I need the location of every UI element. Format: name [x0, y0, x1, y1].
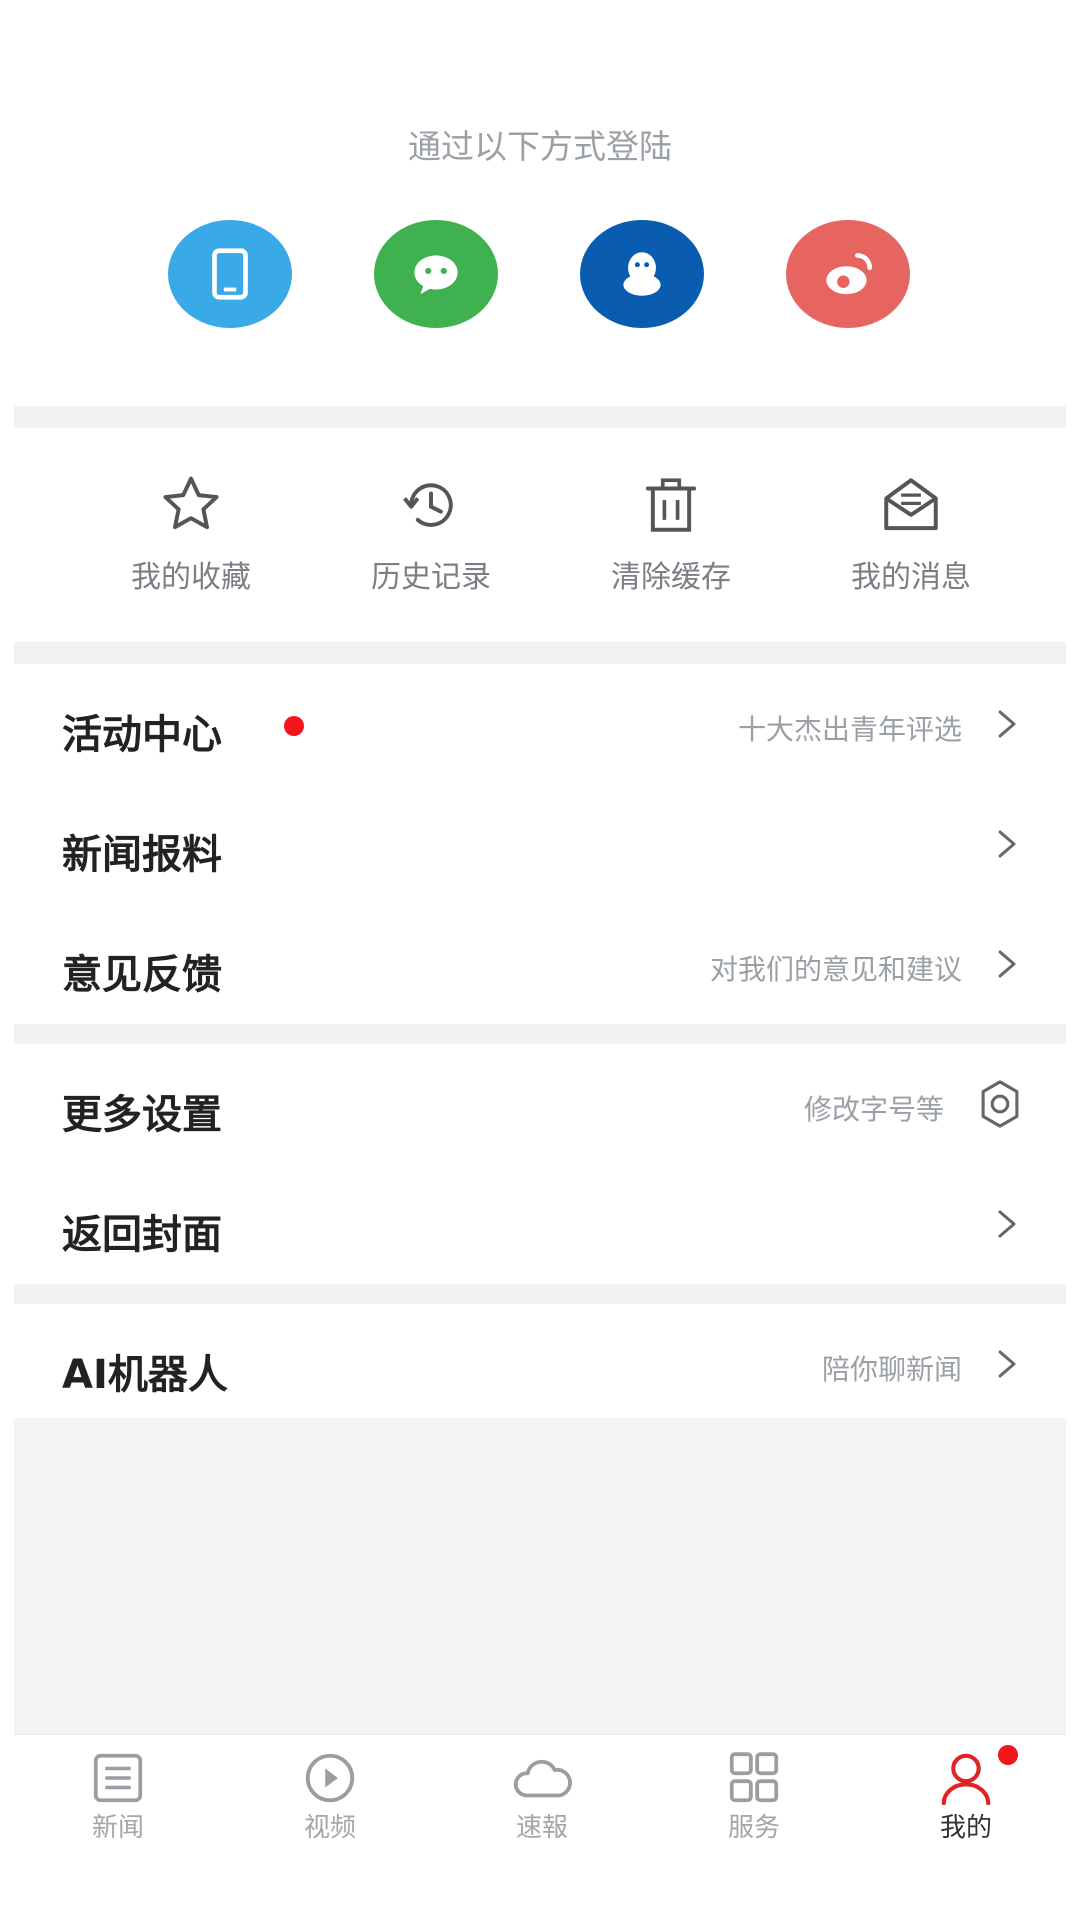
notification-dot	[284, 716, 304, 736]
menu-group-3: AI机器人 陪你聊新闻	[14, 1304, 1066, 1418]
menu-group-1: 活动中心 十大杰出青年评选 新闻报料 意见反馈 对我们的意见和建议	[14, 664, 1066, 1024]
tab-news[interactable]: 新闻	[58, 1751, 178, 1844]
menu-group-2: 更多设置 修改字号等 返回封面	[14, 1044, 1066, 1284]
menu-item-subtitle: 陪你聊新闻	[821, 1353, 962, 1386]
wechat-icon	[414, 255, 458, 295]
menu-item-label: 意见反馈	[62, 952, 222, 998]
empty-area	[14, 1418, 1066, 1734]
chevron-right-icon	[998, 1210, 1016, 1238]
chevron-right-icon	[998, 830, 1016, 858]
menu-item-subtitle: 对我们的意见和建议	[709, 953, 962, 986]
login-title: 通过以下方式登陆	[408, 127, 672, 166]
tab-label: 速報	[515, 1813, 568, 1843]
menu-item-label: 更多设置	[62, 1092, 222, 1138]
menu-item-activity-center[interactable]: 活动中心 十大杰出青年评选	[14, 664, 1066, 784]
star-icon	[163, 476, 219, 530]
menu-item-subtitle: 修改字号等	[803, 1093, 944, 1126]
tab-me[interactable]: 我的	[906, 1745, 1026, 1844]
bottom-tab-bar: 新闻 视频 速報 服务 我的	[14, 1734, 1066, 1851]
menu-item-more-settings[interactable]: 更多设置 修改字号等	[14, 1044, 1066, 1164]
section-divider	[14, 642, 1066, 664]
menu-item-ai-robot[interactable]: AI机器人 陪你聊新闻	[14, 1304, 1066, 1424]
qq-icon	[623, 252, 661, 296]
favorites-label: 我的收藏	[131, 560, 251, 595]
tab-label: 视频	[303, 1813, 356, 1843]
message-icon	[884, 478, 938, 531]
profile-page: 通过以下方式登陆 我的收藏 历史记录 清除缓存 我的消息 活动中心 十大杰出青年…	[0, 0, 1080, 1920]
notification-dot	[998, 1745, 1018, 1765]
phone-icon	[212, 248, 248, 300]
history-icon	[403, 483, 453, 527]
favorites-button[interactable]: 我的收藏	[106, 472, 276, 596]
clear-cache-button[interactable]: 清除缓存	[586, 472, 756, 596]
menu-item-label: 活动中心	[62, 712, 222, 758]
menu-item-label: 新闻报料	[62, 832, 222, 878]
tab-label: 新闻	[91, 1813, 144, 1843]
trash-icon	[645, 478, 697, 532]
weibo-login-button[interactable]	[786, 220, 910, 328]
gear-icon	[981, 1080, 1019, 1128]
cloud-icon	[513, 1759, 572, 1798]
news-icon	[93, 1753, 143, 1803]
tab-label: 服务	[727, 1813, 780, 1843]
login-section: 通过以下方式登陆	[14, 44, 1066, 406]
chevron-right-icon	[998, 710, 1016, 738]
menu-item-feedback[interactable]: 意见反馈 对我们的意见和建议	[14, 904, 1066, 1024]
video-icon	[305, 1753, 355, 1803]
tab-services[interactable]: 服务	[694, 1751, 814, 1844]
menu-item-subtitle: 十大杰出青年评选	[737, 713, 962, 746]
qq-login-button[interactable]	[580, 220, 704, 328]
login-methods	[14, 220, 1066, 330]
weibo-icon	[826, 253, 873, 295]
wechat-login-button[interactable]	[374, 220, 498, 328]
tab-cloud[interactable]: 速報	[482, 1751, 602, 1844]
messages-label: 我的消息	[851, 560, 971, 595]
section-divider	[14, 1024, 1066, 1044]
tab-label: 我的	[939, 1813, 992, 1843]
chevron-right-icon	[998, 1350, 1016, 1378]
menu-item-label: 返回封面	[62, 1212, 222, 1258]
quick-actions: 我的收藏 历史记录 清除缓存 我的消息	[14, 428, 1066, 642]
grid-icon	[729, 1752, 779, 1803]
section-divider	[14, 406, 1066, 428]
phone-login-button[interactable]	[168, 220, 292, 328]
clear-cache-label: 清除缓存	[611, 560, 731, 595]
history-button[interactable]: 历史记录	[346, 472, 516, 596]
chevron-right-icon	[998, 950, 1016, 978]
user-icon	[941, 1753, 991, 1805]
menu-item-news-tips[interactable]: 新闻报料	[14, 784, 1066, 904]
messages-button[interactable]: 我的消息	[826, 472, 996, 596]
section-divider	[14, 1284, 1066, 1304]
menu-item-label: AI机器人	[62, 1352, 228, 1398]
history-label: 历史记录	[371, 560, 491, 595]
menu-item-back-to-cover[interactable]: 返回封面	[14, 1164, 1066, 1284]
tab-video[interactable]: 视频	[270, 1751, 390, 1844]
